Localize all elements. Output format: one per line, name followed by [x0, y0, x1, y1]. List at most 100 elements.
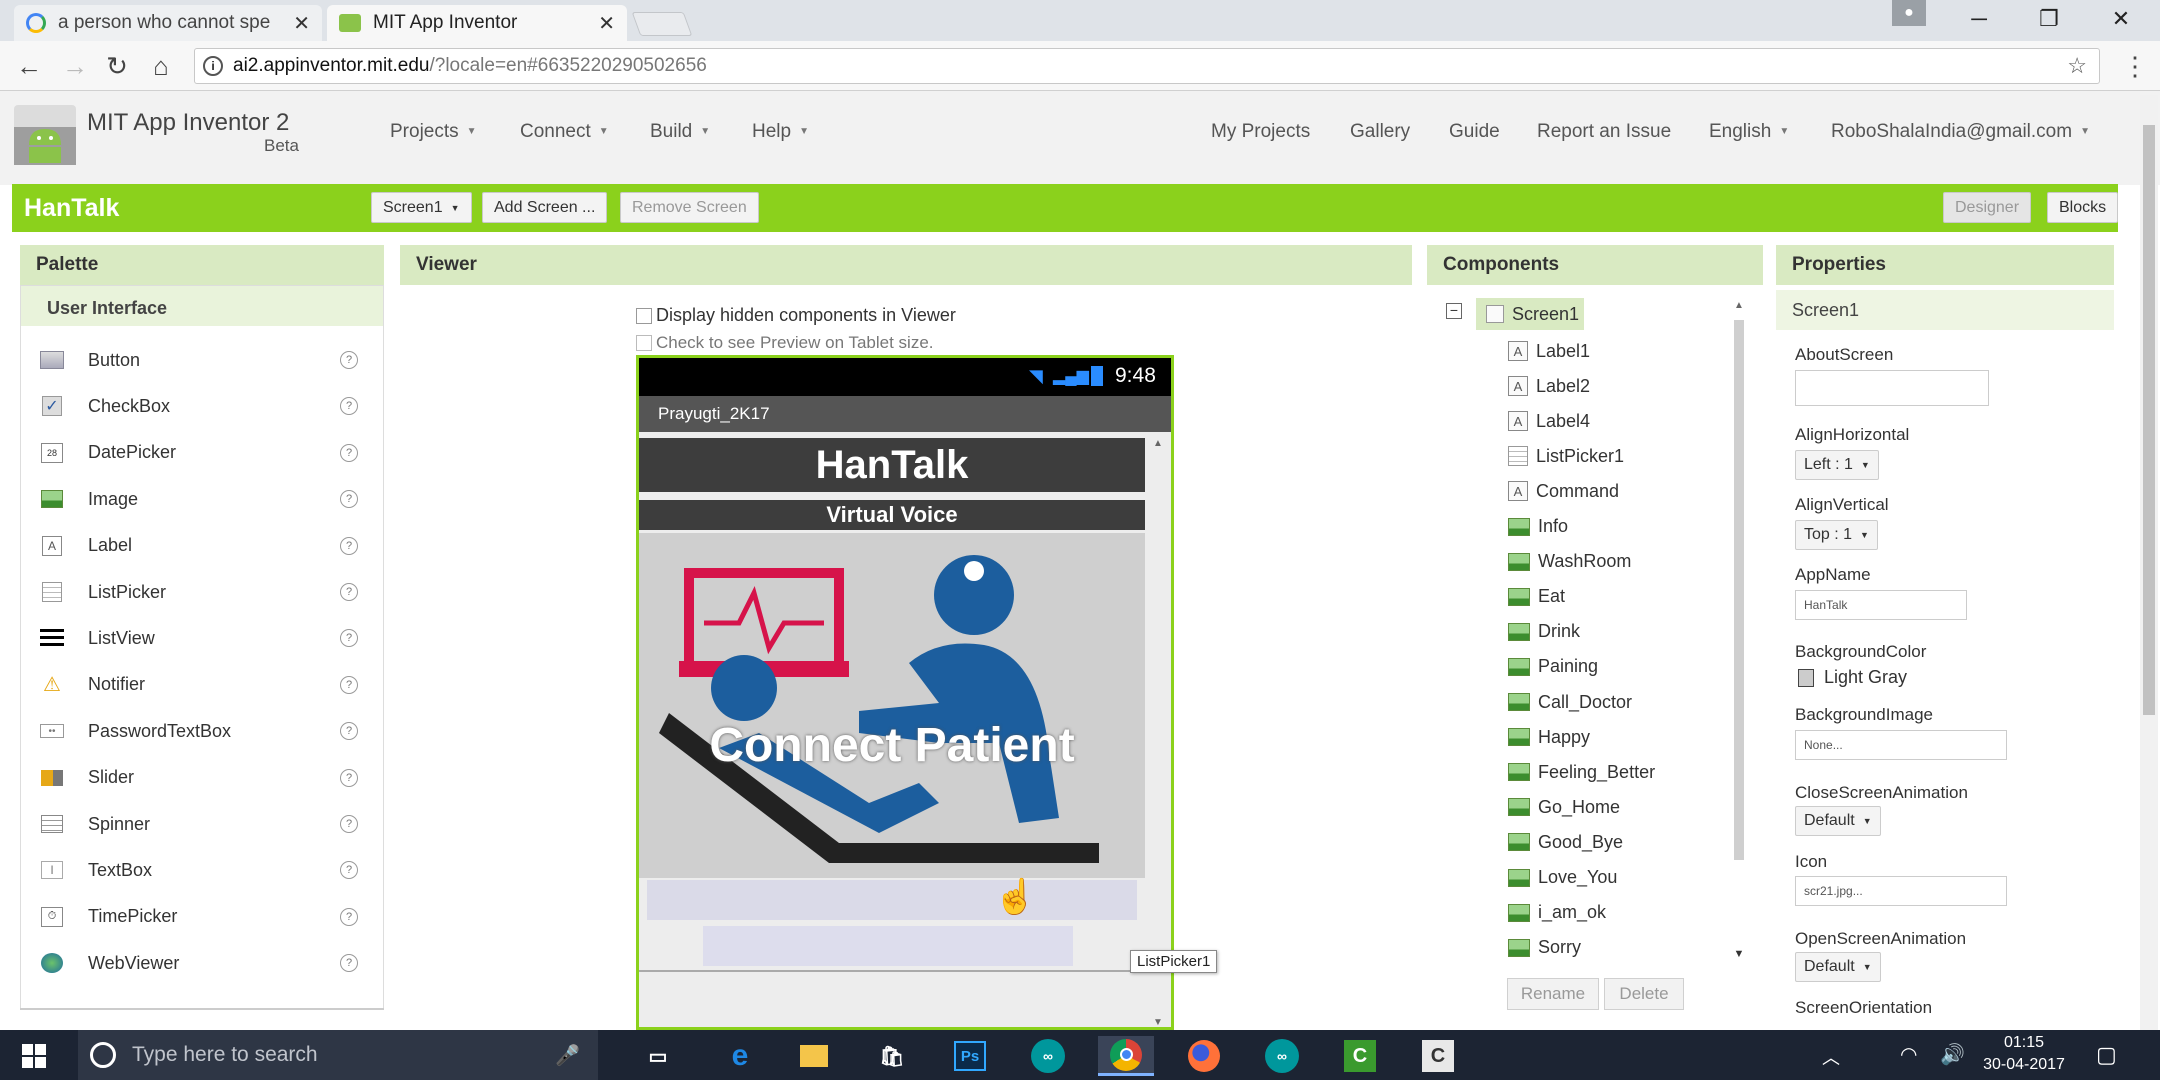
designer-button[interactable]: Designer — [1943, 192, 2032, 223]
prop-icon-input[interactable]: scr21.jpg... — [1795, 876, 2007, 906]
help-icon[interactable]: ? — [340, 815, 358, 833]
palette-item-notifier[interactable]: ⚠ Notifier — [40, 670, 145, 700]
add-screen-button[interactable]: Add Screen ... — [482, 192, 608, 223]
hidden-components-checkbox[interactable]: Display hidden components in Viewer — [636, 305, 956, 326]
help-icon[interactable]: ? — [340, 768, 358, 787]
component-label1[interactable]: A Label1 — [1508, 337, 1590, 365]
remove-screen-button[interactable]: Remove Screen — [620, 192, 759, 223]
help-icon[interactable]: ? — [340, 351, 358, 369]
chrome-icon[interactable] — [1098, 1036, 1154, 1076]
component-good_bye[interactable]: Good_Bye — [1508, 828, 1623, 856]
help-icon[interactable]: ? — [340, 675, 358, 694]
label1-hantalk[interactable]: HanTalk — [639, 438, 1145, 492]
app-inventor-logo[interactable] — [14, 105, 76, 165]
component-call_doctor[interactable]: Call_Doctor — [1508, 688, 1632, 716]
component-love_you[interactable]: Love_You — [1508, 864, 1617, 892]
reload-icon[interactable]: ↻ — [100, 49, 134, 83]
prop-close-anim-select[interactable]: Default ▼ — [1795, 806, 1881, 836]
components-scrollbar[interactable]: ▲ ▼ — [1730, 300, 1748, 960]
component-paining[interactable]: Paining — [1508, 653, 1598, 681]
arduino-icon[interactable]: ∞ — [1020, 1036, 1076, 1076]
close-window-icon[interactable]: ✕ — [2086, 0, 2156, 38]
tab-app-inventor[interactable]: MIT App Inventor ✕ — [327, 5, 627, 41]
home-icon[interactable]: ⌂ — [144, 49, 178, 83]
menu-connect[interactable]: Connect ▼ — [520, 121, 609, 143]
component-label2[interactable]: A Label2 — [1508, 372, 1590, 400]
profile-icon[interactable]: ● — [1892, 0, 1926, 26]
link-gallery[interactable]: Gallery — [1350, 121, 1410, 143]
star-icon[interactable]: ☆ — [2067, 53, 2087, 79]
task-view-icon[interactable]: ▭ — [630, 1036, 686, 1076]
rename-button[interactable]: Rename — [1507, 978, 1599, 1010]
help-icon[interactable]: ? — [340, 583, 358, 601]
label2-virtual-voice[interactable]: Virtual Voice — [639, 500, 1145, 530]
minimize-icon[interactable]: ─ — [1944, 0, 2014, 38]
menu-help[interactable]: Help ▼ — [752, 121, 809, 143]
component-go_home[interactable]: Go_Home — [1508, 793, 1620, 821]
palette-item-slider[interactable]: Slider — [40, 763, 134, 793]
address-bar[interactable]: i ai2.appinventor.mit.edu /?locale=en#66… — [194, 48, 2100, 84]
component-happy[interactable]: Happy — [1508, 723, 1590, 751]
component-sorry[interactable]: Sorry — [1508, 934, 1581, 962]
photoshop-icon[interactable]: Ps — [942, 1036, 998, 1076]
delete-button[interactable]: Delete — [1604, 978, 1684, 1010]
close-tab-icon[interactable]: ✕ — [598, 11, 615, 36]
link-report-issue[interactable]: Report an Issue — [1537, 121, 1671, 143]
taskbar-search[interactable]: Type here to search 🎤 — [78, 1030, 598, 1080]
blocks-button[interactable]: Blocks — [2047, 192, 2119, 223]
palette-item-webviewer[interactable]: WebViewer — [40, 948, 179, 978]
palette-item-timepicker[interactable]: ⏱ TimePicker — [40, 902, 177, 932]
help-icon[interactable]: ? — [340, 907, 358, 926]
menu-icon[interactable]: ⋮ — [2118, 49, 2152, 83]
menu-language[interactable]: English ▼ — [1709, 121, 1789, 143]
file-explorer-icon[interactable] — [786, 1036, 842, 1076]
page-scrollbar[interactable] — [2140, 95, 2158, 1030]
palette-item-checkbox[interactable]: ✓ CheckBox — [40, 391, 170, 421]
listpicker-preview[interactable] — [647, 880, 1137, 920]
volume-icon[interactable]: 🔊 — [1940, 1042, 1965, 1067]
forward-icon[interactable]: → — [58, 49, 92, 83]
component-washroom[interactable]: WashRoom — [1508, 548, 1631, 576]
palette-item-spinner[interactable]: Spinner — [40, 809, 150, 839]
screen-select-button[interactable]: Screen1 ▼ — [371, 192, 472, 223]
arduino2-icon[interactable]: ∞ — [1254, 1036, 1310, 1076]
component-listpicker1[interactable]: ListPicker1 — [1508, 442, 1624, 470]
microphone-icon[interactable]: 🎤 — [555, 1043, 580, 1068]
component-i_am_ok[interactable]: i_am_ok — [1508, 899, 1606, 927]
component-eat[interactable]: Eat — [1508, 583, 1565, 611]
menu-build[interactable]: Build ▼ — [650, 121, 710, 143]
palette-item-image[interactable]: Image — [40, 484, 138, 514]
firefox-icon[interactable] — [1176, 1036, 1232, 1076]
component-command[interactable]: A Command — [1508, 477, 1619, 505]
palette-item-datepicker[interactable]: 28 DatePicker — [40, 438, 176, 468]
network-icon[interactable]: ◠ — [1900, 1042, 1917, 1067]
help-icon[interactable]: ? — [340, 443, 358, 462]
tray-up-icon[interactable]: ︿ — [1822, 1044, 1840, 1070]
camtasia-recorder-icon[interactable]: C — [1410, 1036, 1466, 1076]
camtasia-icon[interactable]: C — [1332, 1036, 1388, 1076]
prop-about-textarea[interactable] — [1795, 370, 1989, 406]
prop-appname-input[interactable]: HanTalk — [1795, 590, 1967, 620]
palette-item-passwordtextbox[interactable]: •• PasswordTextBox — [40, 716, 231, 746]
windows-start-icon[interactable] — [22, 1044, 46, 1068]
component-feeling_better[interactable]: Feeling_Better — [1508, 758, 1655, 786]
link-guide[interactable]: Guide — [1449, 121, 1500, 143]
component-info[interactable]: Info — [1508, 513, 1568, 541]
palette-item-label[interactable]: A Label — [40, 531, 132, 561]
palette-item-button[interactable]: Button — [40, 345, 140, 375]
prop-alignv-select[interactable]: Top : 1 ▼ — [1795, 520, 1878, 550]
button-preview[interactable] — [703, 926, 1073, 966]
link-my-projects[interactable]: My Projects — [1211, 121, 1310, 143]
palette-item-listpicker[interactable]: ListPicker — [40, 577, 166, 607]
notifications-icon[interactable]: ▢ — [2096, 1042, 2117, 1068]
component-screen1[interactable]: Screen1 — [1476, 298, 1584, 330]
palette-item-textbox[interactable]: I TextBox — [40, 855, 152, 885]
palette-item-listview[interactable]: ListView — [40, 623, 155, 653]
prop-bgcolor-picker[interactable]: Light Gray — [1798, 667, 1907, 688]
command-image[interactable]: Connect Patient — [639, 533, 1145, 878]
edge-icon[interactable]: e — [712, 1036, 768, 1076]
prop-bgimage-input[interactable]: None... — [1795, 730, 2007, 760]
phone-scrollbar[interactable]: ▲ ▼ — [1151, 438, 1165, 1027]
new-tab-button[interactable] — [631, 12, 693, 36]
collapse-icon[interactable]: − — [1446, 303, 1462, 319]
